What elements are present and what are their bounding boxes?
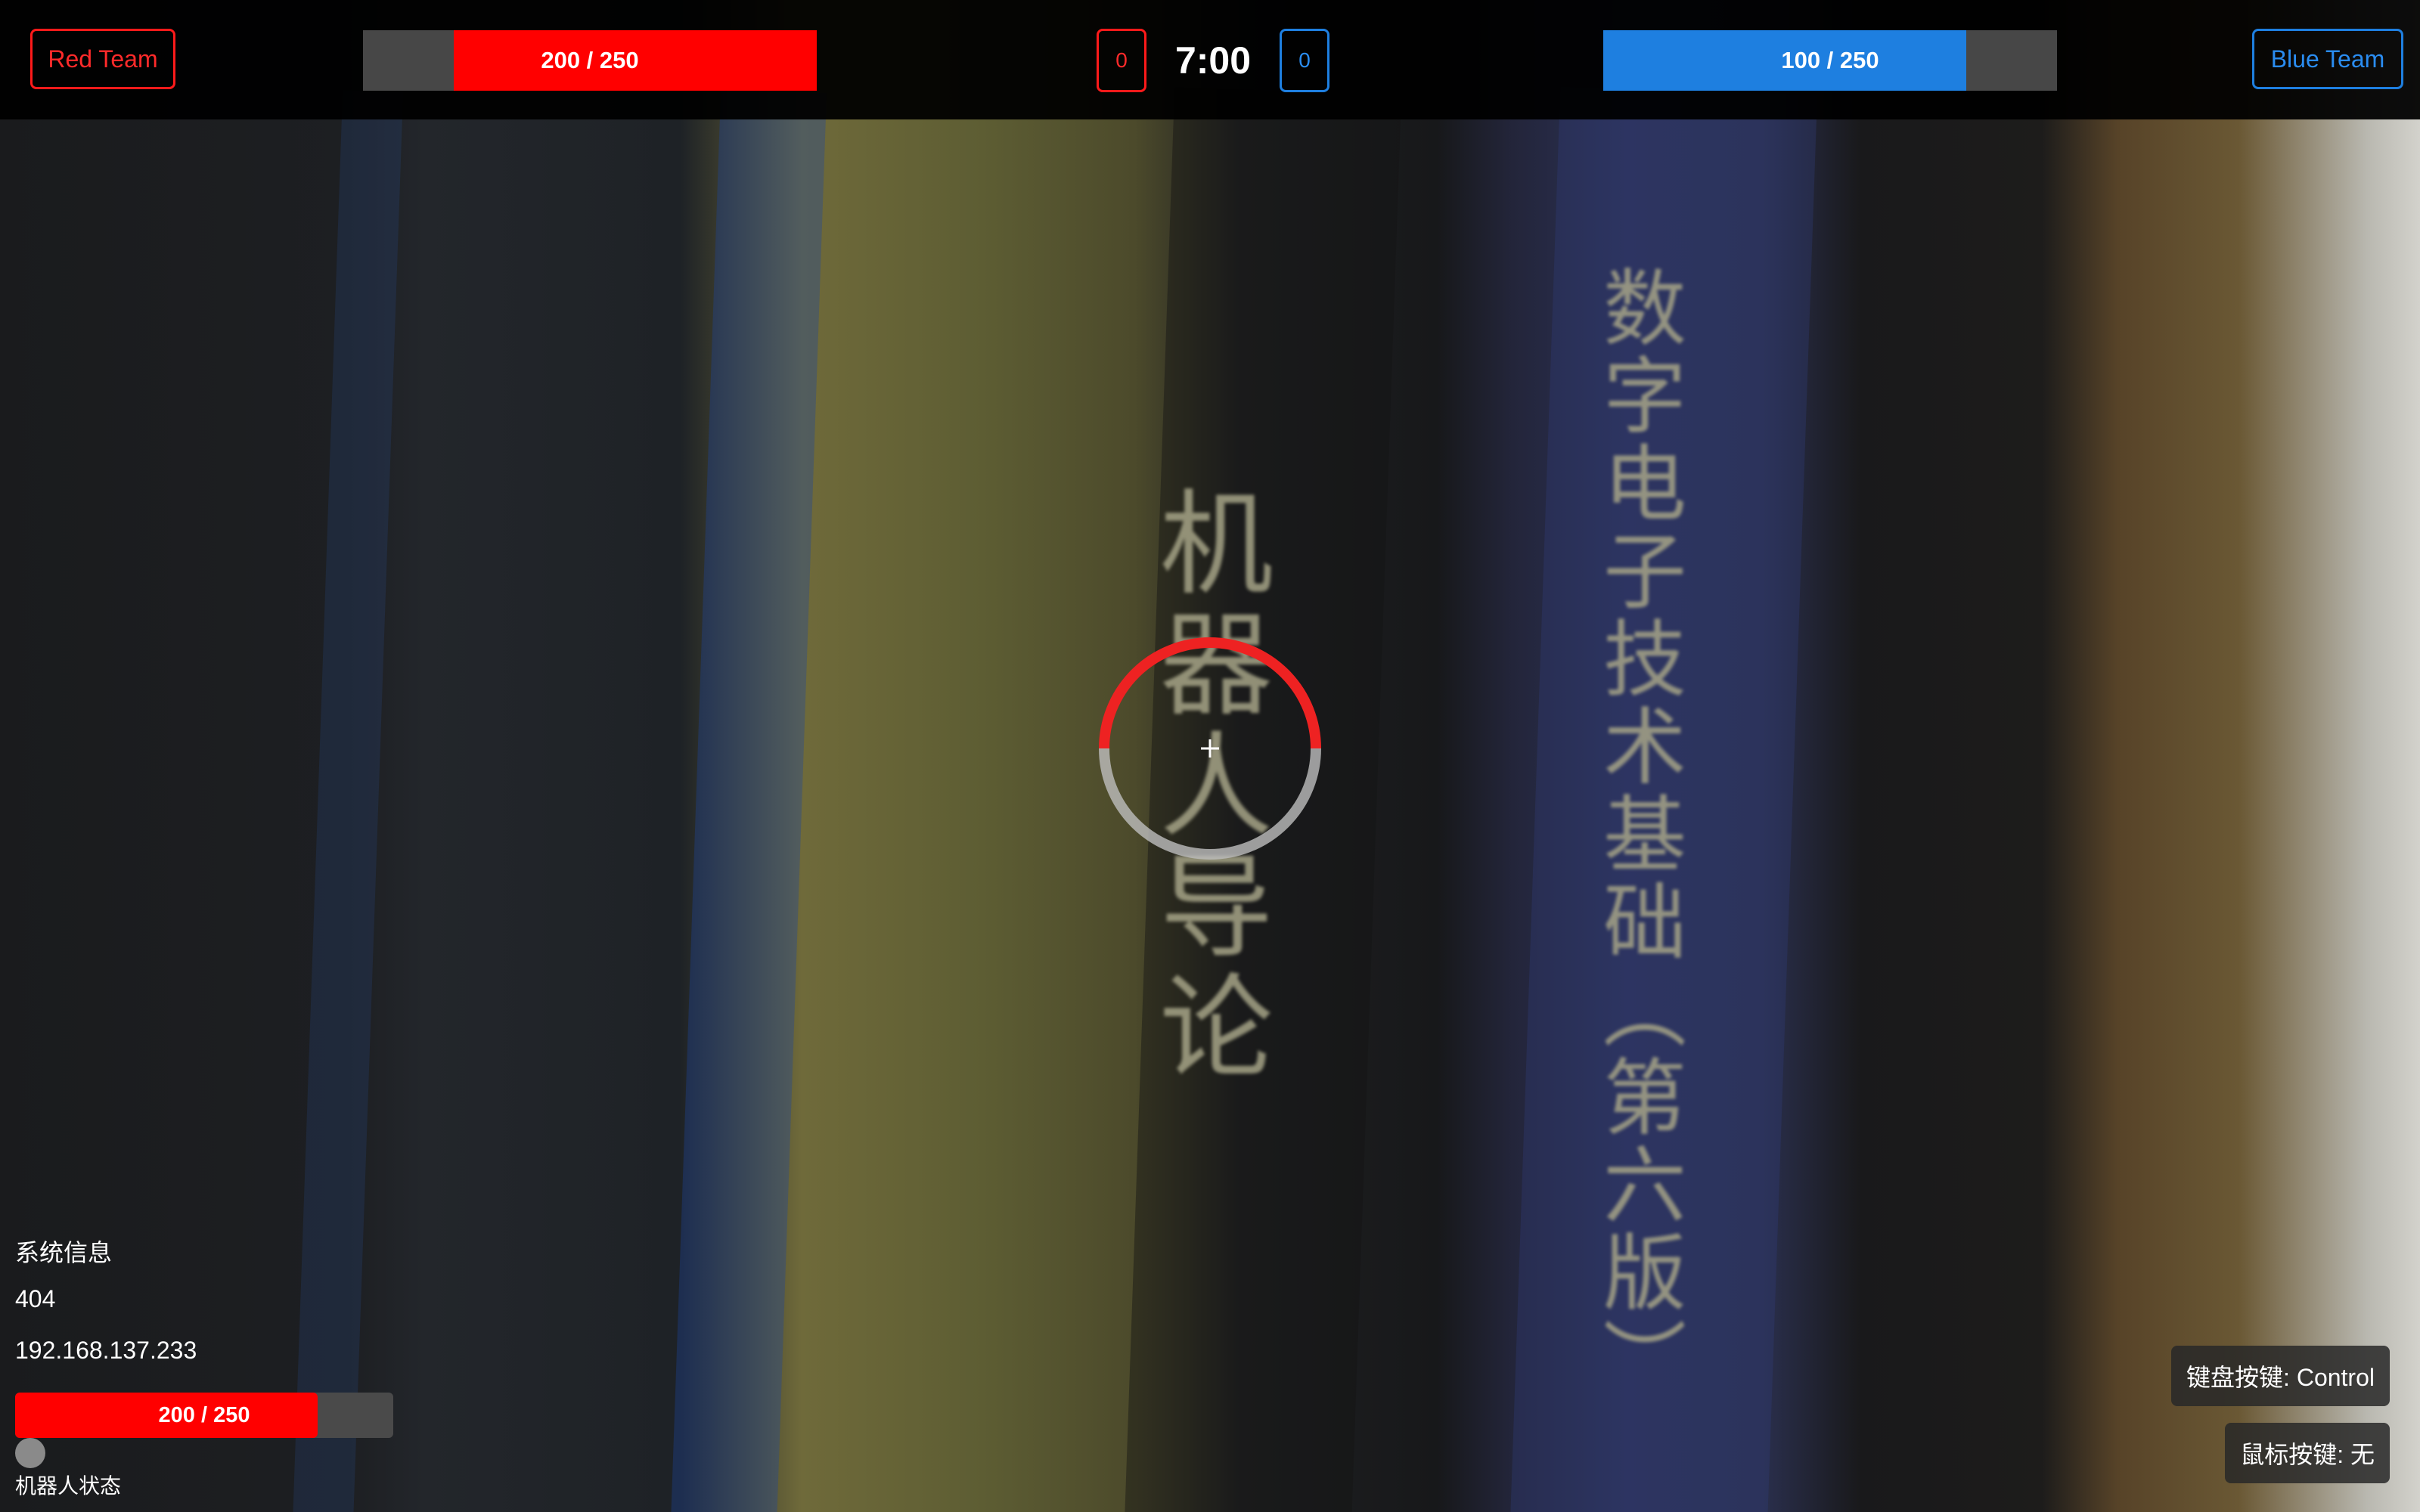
book-spine bbox=[670, 89, 827, 1512]
blue-team-hp-bar: 100 / 250 bbox=[1603, 30, 2057, 91]
book-title-text: 数字电子技术基础（第六版） bbox=[1589, 265, 1686, 1405]
blue-score-box: 0 bbox=[1280, 29, 1329, 92]
system-info-ip: 192.168.137.233 bbox=[15, 1337, 197, 1364]
keyboard-key-indicator: 键盘按键: Control bbox=[2171, 1346, 2390, 1406]
top-hud-bar: Red Team 200 / 250 0 7:00 0 100 / 250 Bl… bbox=[0, 0, 2420, 119]
book-spine bbox=[292, 90, 404, 1512]
robot-status-indicator bbox=[15, 1438, 45, 1468]
blue-team-button[interactable]: Blue Team bbox=[2252, 29, 2403, 89]
system-info-code: 404 bbox=[15, 1285, 56, 1312]
blue-hp-text: 100 / 250 bbox=[1781, 47, 1879, 73]
robot-status-label: 机器人状态 bbox=[15, 1474, 122, 1498]
red-team-button[interactable]: Red Team bbox=[30, 29, 175, 89]
reticle-lower-arc bbox=[1099, 748, 1321, 860]
red-score-box: 0 bbox=[1097, 29, 1146, 92]
system-info-title: 系统信息 bbox=[15, 1239, 113, 1266]
red-hp-text: 200 / 250 bbox=[541, 47, 639, 73]
match-timer: 7:00 bbox=[1174, 39, 1252, 82]
robot-hp-text: 200 / 250 bbox=[158, 1402, 250, 1427]
mouse-key-indicator: 鼠标按键: 无 bbox=[2225, 1423, 2390, 1483]
reticle-upper-arc bbox=[1099, 637, 1321, 749]
robot-hp-bar: 200 / 250 bbox=[15, 1393, 393, 1438]
crosshair-reticle bbox=[1099, 637, 1321, 860]
red-team-hp-bar: 200 / 250 bbox=[363, 30, 817, 91]
